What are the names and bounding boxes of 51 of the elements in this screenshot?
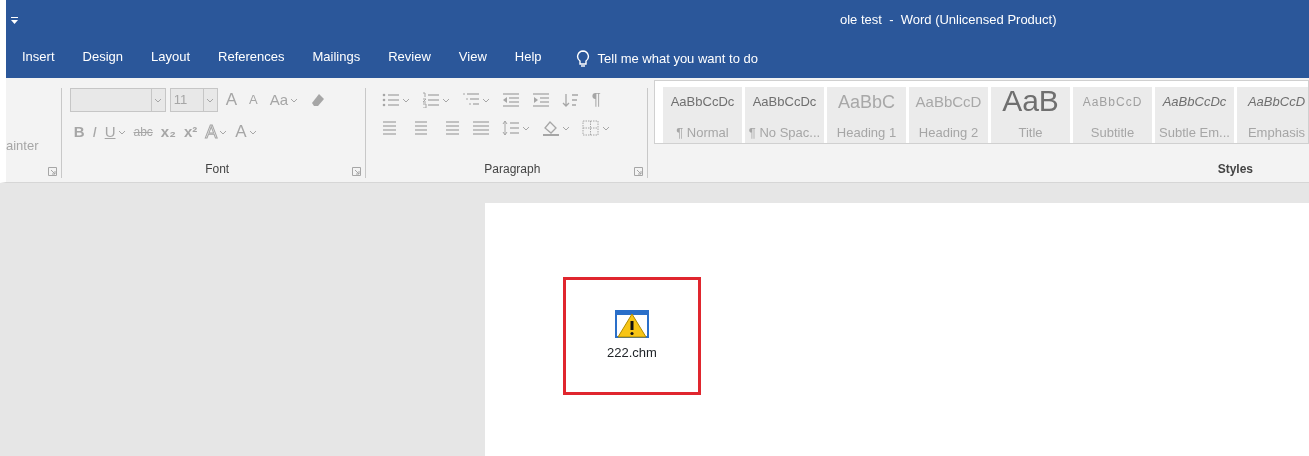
style-preview: AaBbC xyxy=(836,91,896,114)
style-preview: AaBbCcDc xyxy=(751,93,818,111)
tell-me-search[interactable]: Tell me what you want to do xyxy=(597,49,758,69)
style-name: Subtle Em... xyxy=(1159,123,1230,142)
ribbon-tab[interactable]: References xyxy=(218,40,299,78)
style-name: ¶ Normal xyxy=(676,123,729,142)
ribbon-tab[interactable]: Design xyxy=(82,40,137,78)
caret-icon xyxy=(441,97,450,103)
ribbon-tab[interactable]: Mailings xyxy=(312,40,375,78)
customize-menu-icon[interactable] xyxy=(10,15,19,25)
group-label: Font xyxy=(205,162,230,176)
ribbon-tab[interactable]: Review xyxy=(388,40,445,78)
style-preview: AaBbCcD xyxy=(1246,93,1307,111)
shading-icon xyxy=(541,120,560,136)
ribbon-tab[interactable]: Layout xyxy=(151,40,205,78)
file-name: 222.chm xyxy=(607,344,657,363)
numbering-icon xyxy=(421,92,440,108)
line-spacing-icon xyxy=(501,120,520,136)
style-preview: AaBbCcD xyxy=(914,92,983,112)
caret-icon xyxy=(481,97,490,103)
warning-file-icon xyxy=(615,309,649,340)
sort-icon xyxy=(561,92,580,108)
decrease-indent-icon xyxy=(501,92,520,108)
ribbon-tab[interactable]: View xyxy=(458,40,501,78)
style-name: ¶ No Spac... xyxy=(748,123,821,142)
style-preview: AaBbCcDc xyxy=(669,93,736,111)
group-label: Paragraph xyxy=(484,162,541,176)
lightbulb-icon xyxy=(575,50,590,68)
style-name: Emphasis xyxy=(1247,123,1306,142)
bullets-icon xyxy=(381,92,400,108)
justify-icon xyxy=(471,120,490,136)
group-label: Styles xyxy=(1217,162,1253,176)
ribbon-tab[interactable]: Insert xyxy=(22,40,69,78)
style-preview: AaBbCcDc xyxy=(1161,93,1228,111)
multilevel-list-icon xyxy=(461,92,480,108)
style-name: Title xyxy=(1018,123,1043,142)
borders-icon xyxy=(581,120,600,136)
caret-icon xyxy=(601,125,610,131)
ribbon-tab[interactable]: Help xyxy=(514,40,556,78)
style-name: Heading 2 xyxy=(918,123,979,142)
style-preview: AaB xyxy=(1001,87,1060,117)
embedded-object[interactable]: 222.chm xyxy=(563,277,701,395)
caret-icon xyxy=(521,125,530,131)
caret-icon xyxy=(561,125,570,131)
eraser-icon xyxy=(310,92,326,108)
style-name: Subtitle xyxy=(1090,123,1135,142)
style-preview: AaBbCcD xyxy=(1081,94,1144,111)
window-title: ole test - Word (Unlicensed Product) xyxy=(840,11,1057,30)
increase-indent-icon xyxy=(531,92,550,108)
style-name: Heading 1 xyxy=(836,123,897,142)
caret-icon xyxy=(401,97,410,103)
